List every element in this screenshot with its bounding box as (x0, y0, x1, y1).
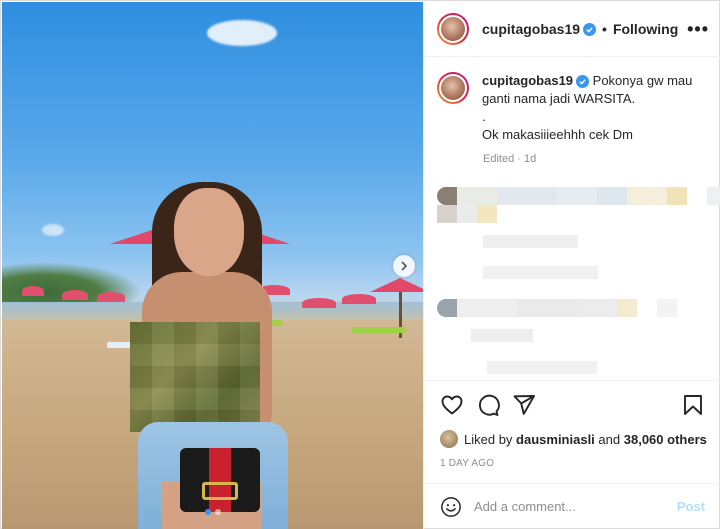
beach-umbrella (62, 290, 88, 300)
censored-comment (437, 205, 497, 223)
post-photo[interactable] (2, 2, 423, 529)
header-username[interactable]: cupitagobas19 (482, 21, 580, 37)
caption: cupitagobas19 Pokonya gw mau ganti nama … (437, 72, 712, 144)
censor-mosaic (130, 322, 260, 432)
caption-username[interactable]: cupitagobas19 (482, 73, 573, 88)
carousel-dot (214, 509, 221, 515)
censored-comment (471, 329, 533, 342)
handbag-stripe (209, 448, 231, 512)
likes-count[interactable]: 38,060 others (624, 432, 707, 447)
more-options-icon[interactable]: ••• (687, 19, 709, 40)
bookmark-icon[interactable] (681, 393, 705, 417)
post-comment-button[interactable]: Post (677, 499, 705, 514)
following-button[interactable]: Following (613, 21, 678, 37)
liked-by-label: Liked by (464, 431, 513, 447)
liker-username[interactable]: dausminiasli (516, 432, 595, 447)
caption-avatar[interactable] (437, 72, 469, 104)
censored-comment (483, 235, 578, 248)
likes-and: and (598, 431, 621, 447)
share-icon[interactable] (512, 393, 536, 417)
lounger (107, 342, 131, 348)
censored-comment (437, 187, 720, 205)
lounger (352, 327, 406, 333)
heart-icon[interactable] (440, 393, 464, 417)
separator-dot: • (602, 21, 607, 37)
post-frame: cupitagobas19 • Following ••• cupitagoba… (0, 0, 720, 529)
post-header: cupitagobas19 • Following ••• (424, 2, 720, 57)
chevron-right-icon (401, 261, 408, 271)
comment-icon[interactable] (476, 393, 500, 417)
emoji-icon[interactable] (440, 496, 462, 518)
beach-umbrella (302, 298, 336, 308)
person-face (174, 188, 244, 276)
carousel-dot (204, 509, 211, 515)
comment-bar: Post (424, 483, 720, 529)
liker-avatar[interactable] (440, 430, 458, 448)
post-date[interactable]: 1 DAY AGO (440, 458, 494, 469)
action-bar (424, 380, 720, 428)
post-details-panel: cupitagobas19 • Following ••• cupitagoba… (423, 2, 720, 529)
beach-umbrella (342, 294, 376, 304)
comment-input[interactable] (474, 499, 677, 514)
verified-badge-icon (583, 22, 597, 36)
cloud (207, 20, 277, 46)
beach-umbrella (22, 286, 44, 296)
censored-comment (483, 266, 598, 279)
verified-badge-icon (576, 75, 590, 88)
next-image-button[interactable] (393, 255, 415, 277)
handbag-clasp (202, 482, 238, 500)
censored-comment (487, 361, 597, 374)
avatar[interactable] (437, 13, 469, 45)
caption-text: cupitagobas19 Pokonya gw mau ganti nama … (482, 72, 712, 144)
censored-comment (437, 299, 677, 317)
beach-umbrella (370, 278, 423, 292)
carousel-indicator (2, 509, 423, 515)
beach-umbrella (97, 292, 125, 302)
caption-line-3: Ok makasiiieehhh cek Dm (482, 127, 633, 142)
edited-timestamp: Edited · 1d (483, 153, 537, 165)
likes-summary: Liked by dausminiasli and 38,060 others (440, 430, 707, 448)
cloud (42, 224, 64, 236)
caption-line-2: . (482, 109, 486, 124)
